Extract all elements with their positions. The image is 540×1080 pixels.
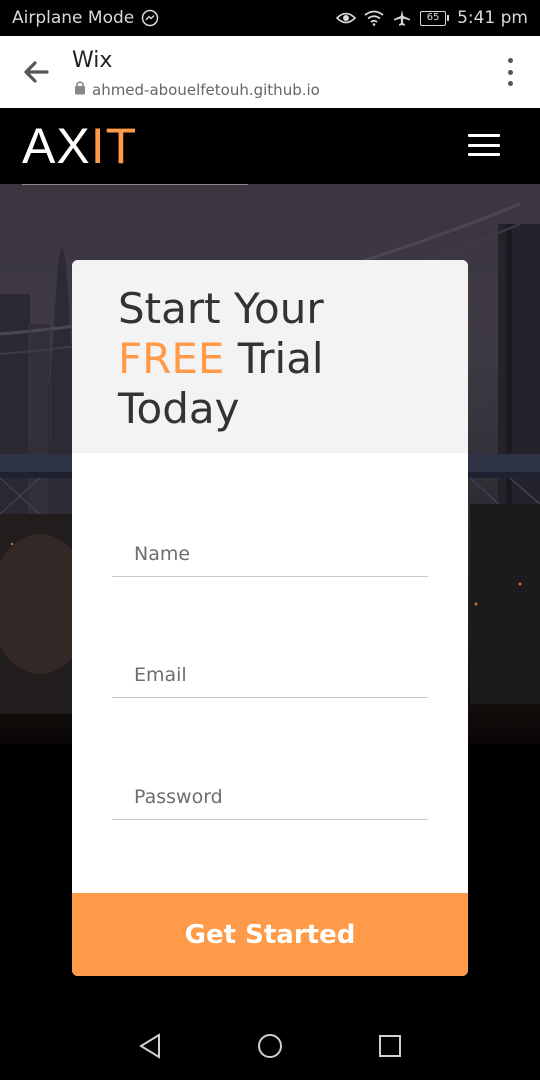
site-header: AXIT xyxy=(0,108,540,184)
web-page: AXIT Start Your FREE Trial Today Name Em… xyxy=(0,108,540,1008)
email-field[interactable]: Email xyxy=(112,654,428,698)
logo-underline xyxy=(22,184,248,185)
status-bar: Airplane Mode 65 5:41 pm xyxy=(0,0,540,36)
browser-toolbar: Wix ahmed-abouelfetouh.github.io xyxy=(0,36,540,108)
logo-text-it: IT xyxy=(90,118,138,174)
recents-square-icon[interactable] xyxy=(376,1032,404,1060)
password-field[interactable]: Password xyxy=(112,776,428,820)
messenger-icon xyxy=(140,8,160,28)
signup-card-header: Start Your FREE Trial Today xyxy=(72,260,468,453)
get-started-button[interactable]: Get Started xyxy=(72,893,468,976)
home-circle-icon[interactable] xyxy=(256,1032,284,1060)
url-bar[interactable]: ahmed-abouelfetouh.github.io xyxy=(74,80,320,99)
lock-icon xyxy=(74,80,86,99)
heading-line-1: Start Your xyxy=(118,284,324,333)
heading-trial: Trial xyxy=(224,334,324,383)
wifi-icon xyxy=(364,8,384,28)
hamburger-icon[interactable] xyxy=(468,134,500,156)
heading-line-3: Today xyxy=(118,384,240,433)
logo-text-ax: AX xyxy=(22,118,91,174)
more-vert-icon[interactable] xyxy=(504,58,516,86)
battery-icon: 65 xyxy=(420,10,450,26)
system-nav-bar xyxy=(0,1008,540,1080)
signup-card: Start Your FREE Trial Today Name Email P… xyxy=(72,260,468,976)
site-logo[interactable]: AXIT xyxy=(22,118,137,174)
page-title: Wix xyxy=(72,48,113,73)
name-field[interactable]: Name xyxy=(112,533,428,577)
eye-icon xyxy=(336,8,357,28)
heading-line-2: FREE Trial xyxy=(118,334,324,384)
battery-level: 65 xyxy=(420,10,447,26)
back-arrow-icon[interactable] xyxy=(18,56,54,88)
airplane-icon xyxy=(392,8,412,28)
airplane-mode-label: Airplane Mode xyxy=(12,8,135,28)
heading-free: FREE xyxy=(118,334,225,383)
url-text: ahmed-abouelfetouh.github.io xyxy=(92,80,320,99)
clock: 5:41 pm xyxy=(457,8,528,28)
back-triangle-icon[interactable] xyxy=(136,1032,164,1060)
signup-heading: Start Your FREE Trial Today xyxy=(118,284,324,434)
